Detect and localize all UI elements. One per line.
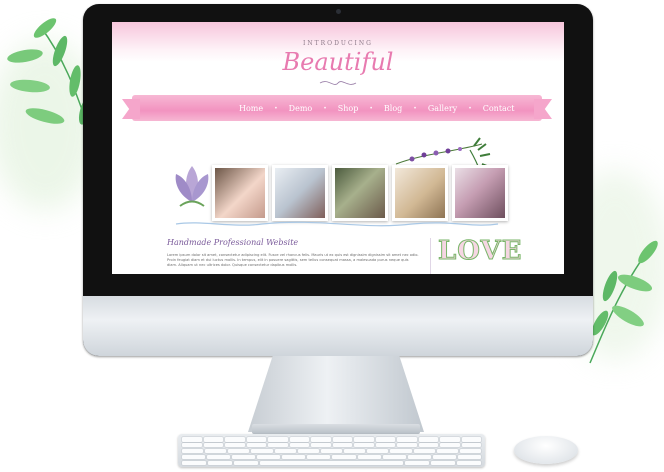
nav-ribbon: Home • Demo • Shop • Blog • Gallery • Co… xyxy=(132,95,542,121)
main-nav: Home • Demo • Shop • Blog • Gallery • Co… xyxy=(228,95,526,121)
keyboard-row xyxy=(182,448,482,454)
mouse[interactable] xyxy=(514,436,578,464)
site-tagline: Handmade Professional Website xyxy=(167,238,299,247)
gallery-photo[interactable] xyxy=(332,165,388,221)
monitor-stand xyxy=(248,356,424,432)
monitor-base xyxy=(252,424,420,434)
logo-intro-text: INTRODUCING xyxy=(303,40,373,47)
sidebar-love-graphic: LOVE xyxy=(437,236,523,267)
nav-item-gallery[interactable]: Gallery xyxy=(417,104,468,113)
lotus-flower-icon xyxy=(175,166,209,207)
site-logo[interactable]: Beautiful xyxy=(112,48,564,76)
nav-item-home[interactable]: Home xyxy=(228,104,274,113)
keyboard-row xyxy=(182,460,482,466)
gallery-photo[interactable] xyxy=(392,165,448,221)
gallery-photo[interactable] xyxy=(452,165,508,221)
gallery-photo[interactable] xyxy=(212,165,268,221)
logo-swirl-icon xyxy=(319,81,357,85)
monitor-screen: INTRODUCING Beautiful Home • Demo • Shop… xyxy=(112,22,564,274)
monitor-chin xyxy=(83,296,593,356)
gallery-photo[interactable] xyxy=(272,165,328,221)
sidebar-divider xyxy=(430,238,431,274)
nav-item-blog[interactable]: Blog xyxy=(373,104,413,113)
nav-item-contact[interactable]: Contact xyxy=(472,104,526,113)
keyboard-row xyxy=(182,454,481,460)
intro-paragraph: Lorem ipsum dolor sit amet, consectetur … xyxy=(167,253,419,268)
nav-item-shop[interactable]: Shop xyxy=(327,104,370,113)
keyboard-row xyxy=(182,442,481,448)
photo-strip xyxy=(212,165,508,221)
nav-item-demo[interactable]: Demo xyxy=(278,104,324,113)
keyboard-row xyxy=(182,437,481,442)
camera-dot xyxy=(336,9,341,14)
divider-swirl-icon xyxy=(175,221,499,227)
keyboard[interactable] xyxy=(178,434,485,467)
